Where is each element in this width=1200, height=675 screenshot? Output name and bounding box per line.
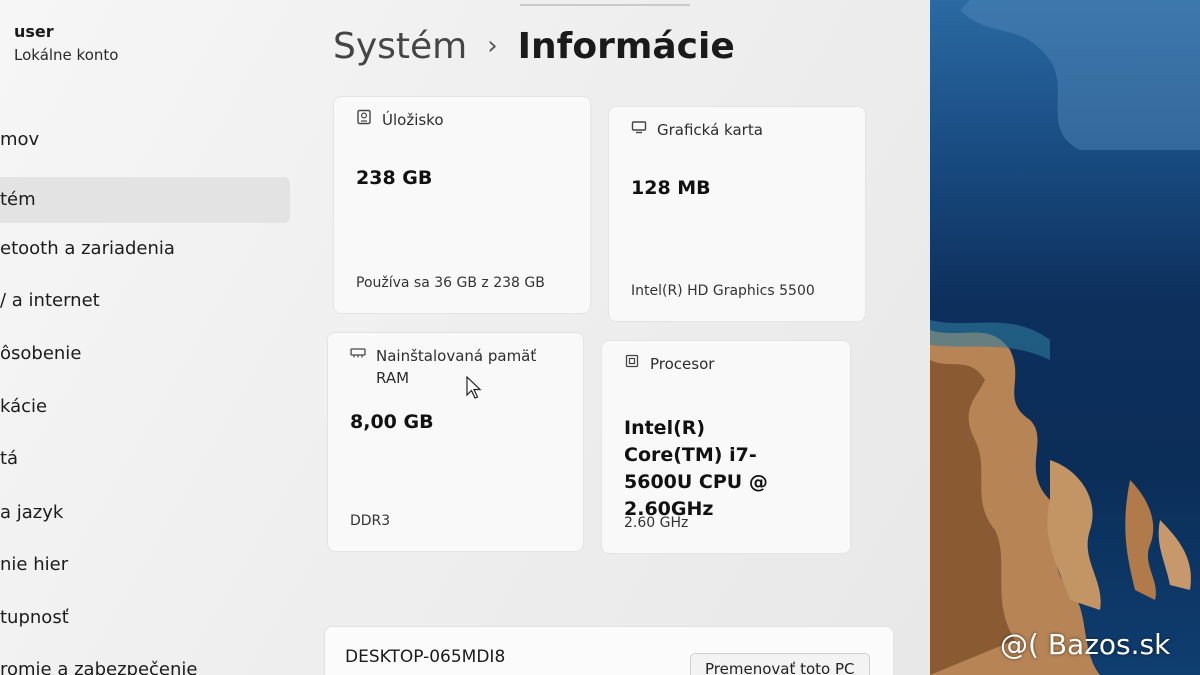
sidebar-item-label: tém xyxy=(0,189,36,210)
card-title: Úložisko xyxy=(382,111,444,129)
storage-capacity: 238 GB xyxy=(356,167,433,189)
sidebar-item-gaming[interactable]: nie hier xyxy=(0,542,290,588)
sidebar-item-label: romie a zabezpečenie xyxy=(0,659,198,675)
graphics-memory: 128 MB xyxy=(631,177,711,199)
sidebar-item-network[interactable]: / a internet xyxy=(0,278,290,324)
user-account-type: Lokálne konto xyxy=(14,46,119,64)
card-title: Nainštalovaná pamäť RAM xyxy=(376,347,537,387)
storage-usage: Používa sa 36 GB z 238 GB xyxy=(356,275,545,291)
sidebar-item-label: tupnosť xyxy=(0,607,69,628)
processor-model: Intel(R) Core(TM) i7-5600U CPU @ 2.60GHz xyxy=(624,417,768,520)
sidebar-item-label: tá xyxy=(0,448,19,469)
card-header: Nainštalovaná pamäť RAM xyxy=(350,345,546,389)
sidebar-item-accounts[interactable]: tá xyxy=(0,436,290,482)
graphics-card-icon xyxy=(631,119,649,137)
sidebar-item-label: mov xyxy=(0,129,40,150)
chevron-right-icon: › xyxy=(487,31,498,61)
sidebar-item-bluetooth[interactable]: etooth a zariadenia xyxy=(0,226,290,272)
sidebar-item-privacy-security[interactable]: romie a zabezpečenie xyxy=(0,647,290,675)
sidebar-item-label: / a internet xyxy=(0,290,100,311)
sidebar-item-system[interactable]: tém xyxy=(0,177,290,223)
sidebar-item-label: ôsobenie xyxy=(0,343,82,364)
rename-pc-button[interactable]: Premenovať toto PC xyxy=(690,653,870,675)
title-bar-divider xyxy=(520,4,690,6)
ram-card[interactable]: Nainštalovaná pamäť RAM 8,00 GB DDR3 xyxy=(327,332,584,552)
card-header: Úložisko xyxy=(356,109,552,131)
settings-window: user Lokálne konto mov tém etooth a zari… xyxy=(0,0,940,675)
sidebar-item-label: kácie xyxy=(0,396,48,417)
page-title: Informácie xyxy=(517,25,735,67)
desktop-wallpaper xyxy=(930,0,1200,675)
sidebar-item-time-language[interactable]: a jazyk xyxy=(0,490,290,536)
memory-icon xyxy=(350,345,368,363)
processor-speed: 2.60 GHz xyxy=(624,515,689,531)
sidebar-item-label: nie hier xyxy=(0,554,69,575)
watermark-logo: @( Bazos.sk xyxy=(1000,628,1171,661)
mouse-cursor-icon xyxy=(466,375,482,404)
processor-card[interactable]: Procesor Intel(R) Core(TM) i7-5600U CPU … xyxy=(601,340,851,554)
card-title: Grafická karta xyxy=(657,121,763,139)
card-title: Procesor xyxy=(650,355,715,373)
ram-capacity: 8,00 GB xyxy=(350,411,434,433)
sidebar-item-home[interactable]: mov xyxy=(0,117,290,163)
sidebar-item-label: a jazyk xyxy=(0,502,64,523)
sidebar-item-apps[interactable]: kácie xyxy=(0,384,290,430)
processor-icon xyxy=(624,353,642,371)
storage-icon xyxy=(356,109,374,127)
ram-type: DDR3 xyxy=(350,513,391,529)
graphics-model: Intel(R) HD Graphics 5500 xyxy=(631,283,815,299)
graphics-card[interactable]: Grafická karta 128 MB Intel(R) HD Graphi… xyxy=(608,106,866,322)
sidebar-item-personalization[interactable]: ôsobenie xyxy=(0,331,290,377)
breadcrumb: Systém › Informácie xyxy=(333,18,735,74)
card-header: Procesor xyxy=(624,353,820,375)
device-name: DESKTOP-065MDI8 xyxy=(345,647,506,667)
card-header: Grafická karta xyxy=(631,119,827,141)
device-name-panel: DESKTOP-065MDI8 Premenovať toto PC xyxy=(324,626,894,675)
sidebar-item-accessibility[interactable]: tupnosť xyxy=(0,595,290,641)
sidebar-item-label: etooth a zariadenia xyxy=(0,238,175,259)
user-name: user xyxy=(14,22,54,41)
storage-card[interactable]: Úložisko 238 GB Používa sa 36 GB z 238 G… xyxy=(333,96,591,314)
breadcrumb-parent[interactable]: Systém xyxy=(333,26,467,67)
